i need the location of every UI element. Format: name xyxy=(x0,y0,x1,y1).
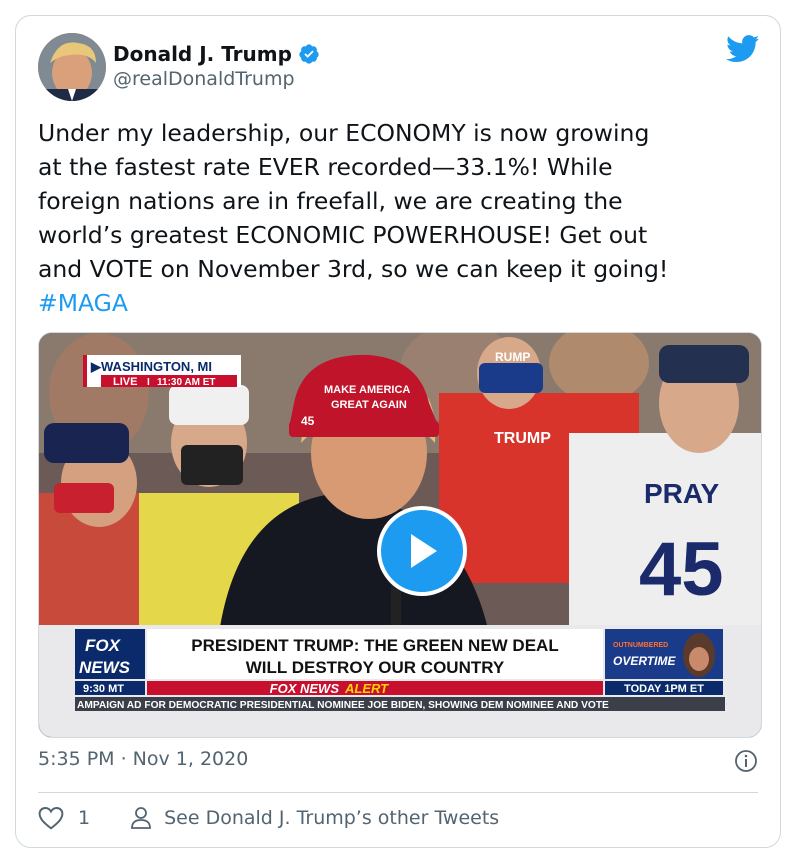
hashtag-link[interactable]: #MAGA xyxy=(38,289,128,317)
tweet-body: Under my leadership, our ECONOMY is now … xyxy=(38,119,669,283)
tweet-text: Under my leadership, our ECONOMY is now … xyxy=(38,116,760,320)
headline-line2: WILL DESTROY OUR COUNTRY xyxy=(246,658,505,677)
author-name-row: Donald J. Trump xyxy=(113,42,320,66)
shirt-number: 45 xyxy=(639,527,724,612)
live-label: LIVE xyxy=(113,376,137,388)
other-tweets-label[interactable]: See Donald J. Trump’s other Tweets xyxy=(164,807,499,829)
person-icon xyxy=(131,807,151,829)
video-player[interactable]: RUMP TRUMP PRAY 45 MAKE AMERICA GREAT AG… xyxy=(38,332,762,738)
twitter-bird-icon[interactable] xyxy=(726,35,760,63)
clock: 9:30 MT xyxy=(83,683,124,695)
play-icon xyxy=(411,534,437,568)
other-tweets-link[interactable]: See Donald J. Trump’s other Tweets xyxy=(130,806,499,830)
like-count: 1 xyxy=(78,807,91,829)
tweet-actions: 1 See Donald J. Trump’s other Tweets xyxy=(38,806,499,830)
headline-line1: PRESIDENT TRUMP: THE GREEN NEW DEAL xyxy=(191,636,558,655)
promo-mid: OVERTIME xyxy=(613,654,676,668)
tweet-timestamp[interactable]: 5:35 PM · Nov 1, 2020 xyxy=(38,748,248,770)
fox-logo-top: FOX xyxy=(85,636,122,655)
svg-text:RUMP: RUMP xyxy=(495,350,530,364)
hat-text-2: GREAT AGAIN xyxy=(331,399,407,411)
sign-trump: TRUMP xyxy=(494,430,551,447)
verified-badge-icon xyxy=(299,44,319,64)
author-handle[interactable]: @realDonaldTrump xyxy=(113,68,295,90)
hat-text-1: MAKE AMERICA xyxy=(324,384,410,396)
tweet-card: Donald J. Trump @realDonaldTrump Under m… xyxy=(15,15,781,848)
shirt-pray: PRAY xyxy=(644,478,720,509)
play-button[interactable] xyxy=(377,506,467,596)
info-icon[interactable] xyxy=(734,749,758,773)
alert-brand: FOX NEWS xyxy=(270,681,340,696)
promo-time: TODAY 1PM ET xyxy=(624,683,704,695)
alert-word: ALERT xyxy=(344,681,389,696)
promo-top: OUTNUMBERED xyxy=(613,642,668,649)
ticker-text: AMPAIGN AD FOR DEMOCRATIC PRESIDENTIAL N… xyxy=(77,700,609,711)
location-label: WASHINGTON, MI xyxy=(101,359,212,374)
svg-text:I: I xyxy=(147,377,150,388)
live-time: 11:30 AM ET xyxy=(157,377,216,388)
fox-logo-bottom: NEWS xyxy=(79,658,131,677)
avatar[interactable] xyxy=(38,33,106,101)
like-icon[interactable] xyxy=(38,806,64,830)
hat-number: 45 xyxy=(301,414,315,428)
divider xyxy=(38,792,758,793)
author-name[interactable]: Donald J. Trump xyxy=(113,42,292,66)
